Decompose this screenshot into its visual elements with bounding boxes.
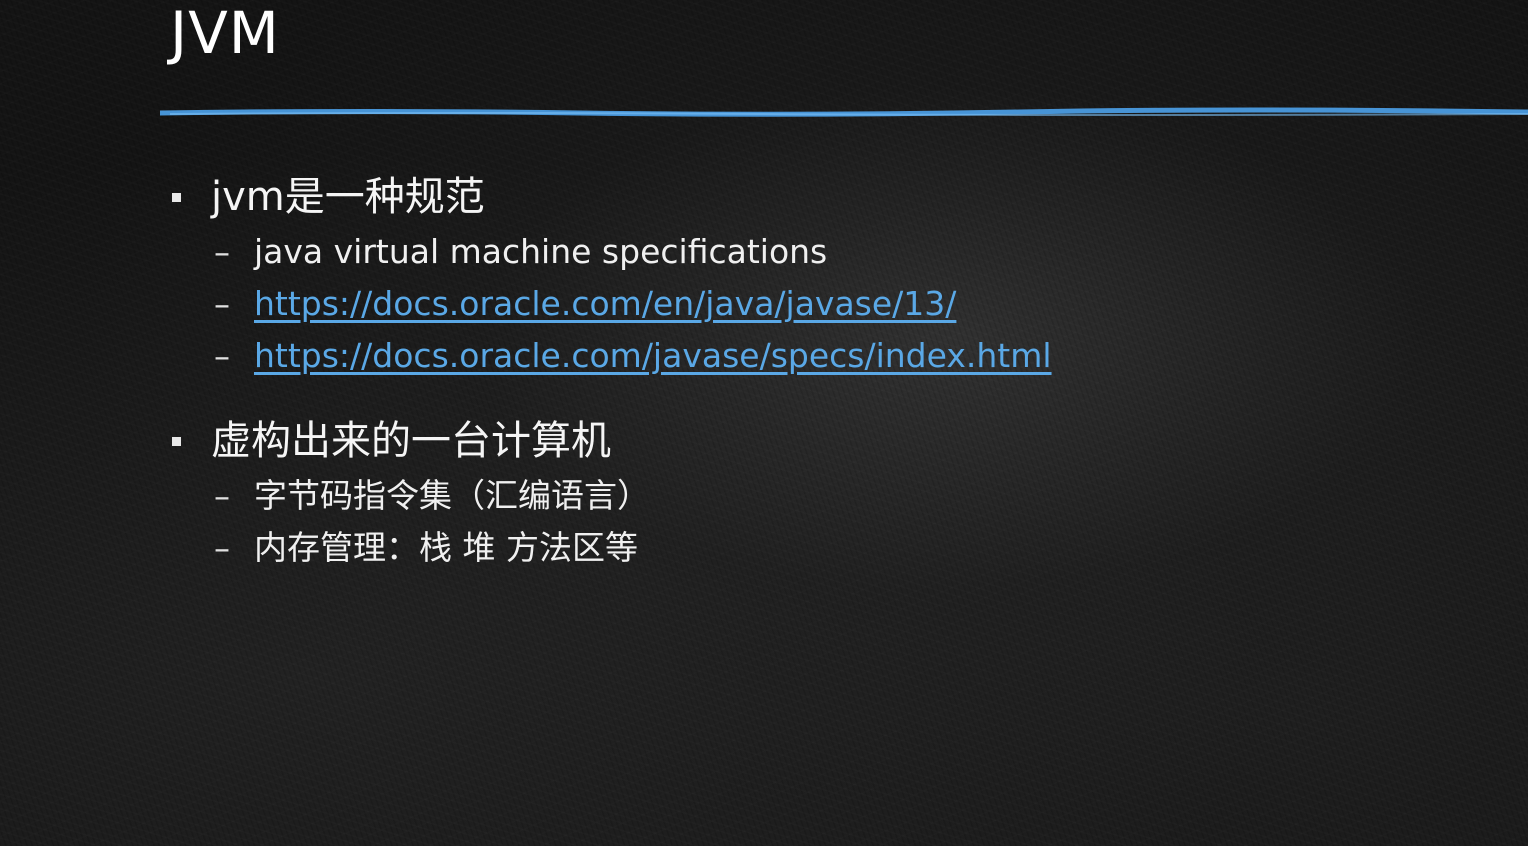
sub-item: – 字节码指令集（汇编语言） — [172, 470, 1472, 522]
title-underline — [160, 107, 1528, 117]
slide-title: JVM — [170, 0, 280, 67]
square-bullet-icon — [172, 192, 181, 202]
dash-icon: – — [214, 337, 230, 375]
dash-icon: – — [214, 529, 230, 567]
bullet-group-virtual-computer: 虚构出来的一台计算机 – 字节码指令集（汇编语言） – 内存管理：栈 堆 方法区… — [172, 412, 1472, 574]
dash-icon: – — [214, 477, 230, 515]
sub-item: – 内存管理：栈 堆 方法区等 — [172, 522, 1472, 574]
dash-icon: – — [214, 285, 230, 323]
sub-item: – https://docs.oracle.com/javase/specs/i… — [172, 330, 1472, 382]
slide-content: jvm是一种规范 – java virtual machine specific… — [172, 168, 1472, 604]
sub-item-text: 内存管理：栈 堆 方法区等 — [254, 528, 638, 567]
sub-item-text: 字节码指令集（汇编语言） — [254, 476, 650, 515]
bullet-text: jvm是一种规范 — [211, 174, 485, 220]
dash-icon: – — [214, 233, 230, 271]
sub-item: – https://docs.oracle.com/en/java/javase… — [172, 278, 1472, 330]
bullet-item: jvm是一种规范 — [172, 168, 1472, 226]
javase-13-docs-link[interactable]: https://docs.oracle.com/en/java/javase/1… — [254, 278, 956, 330]
bullet-group-jvm-spec: jvm是一种规范 – java virtual machine specific… — [172, 168, 1472, 382]
square-bullet-icon — [172, 436, 181, 446]
sub-item-text: java virtual machine specifications — [254, 232, 828, 271]
sub-item: – java virtual machine specifications — [172, 226, 1472, 278]
bullet-text: 虚构出来的一台计算机 — [211, 418, 611, 464]
bullet-item: 虚构出来的一台计算机 — [172, 412, 1472, 470]
javase-specs-link[interactable]: https://docs.oracle.com/javase/specs/ind… — [254, 330, 1052, 382]
